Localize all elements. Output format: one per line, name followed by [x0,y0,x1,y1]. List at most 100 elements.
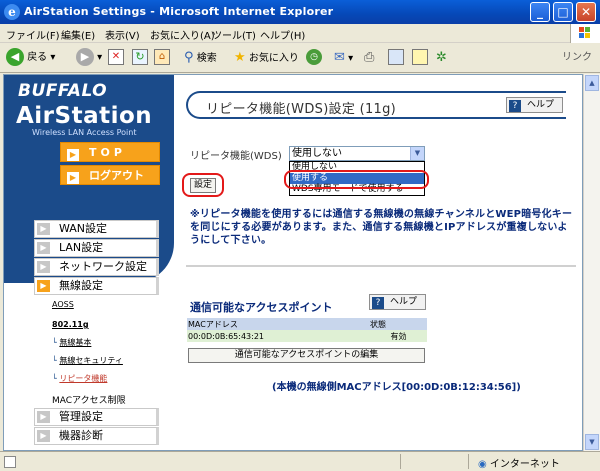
messenger-button[interactable]: ✲ [436,48,447,68]
column-header-mac: MACアドレス [187,318,369,330]
forward-button[interactable]: ▶ ▾ [76,48,102,68]
back-button[interactable]: ◀ 戻る ▾ [6,48,55,68]
bullet-icon: ▶ [37,430,50,442]
menu-bar: ファイル(F) 編集(E) 表示(V) お気に入り(A) ツール(T) ヘルプ(… [0,24,600,43]
maximize-button[interactable]: □ [553,2,573,22]
windows-flag-icon [570,24,600,43]
sidebar-item-admin[interactable]: ▶ 管理設定 [34,408,159,426]
submenu-label: 無線セキュリティ [59,356,123,365]
globe-icon: ◉ [478,459,487,470]
discuss-button[interactable] [412,48,428,68]
bullet-icon: ▶ [37,280,50,292]
close-button[interactable]: ✕ [576,2,596,22]
repeater-select[interactable]: 使用しない ▼ [289,146,425,161]
sidebar-item-network[interactable]: ▶ ネットワーク設定 [34,258,159,276]
arrow-right-icon: ▶ [67,172,79,184]
submenu-wireless-basic[interactable]: └ 無線基本 [52,337,91,348]
messenger-icon: ✲ [436,50,447,65]
highlight-oval-option [284,170,429,189]
note-icon [412,49,428,65]
menu-view[interactable]: 表示(V) [105,27,140,42]
submenu-80211g[interactable]: 802.11g [52,320,89,329]
print-button[interactable]: ⎙ [364,48,374,68]
submenu-repeater[interactable]: └ リピータ機能 [52,373,107,384]
repeater-field-label: リピータ機能(WDS) [190,151,282,162]
zone-label: インターネット [489,459,560,470]
wlan-mac-address: (本機の無線側MACアドレス[00:0D:0B:12:34:56]) [272,382,521,393]
menu-file[interactable]: ファイル(F) [6,27,60,42]
submenu-mac-filter[interactable]: MACアクセス制限 [52,393,126,406]
printer-icon: ⎙ [364,50,375,65]
stop-button[interactable]: ✕ [108,48,124,68]
sidebar-item-label: 無線設定 [59,279,103,292]
branch-icon: └ [52,374,57,383]
status-divider [400,454,401,469]
menu-edit[interactable]: 編集(E) [61,27,95,42]
history-icon: ◷ [306,49,322,65]
edit-icon [388,49,404,65]
sidebar-item-lan[interactable]: ▶ LAN設定 [34,239,159,257]
top-button[interactable]: ▶ TOP [60,142,160,162]
window-title-bar: e AirStation Settings - Microsoft Intern… [0,0,600,24]
star-icon: ★ [234,50,246,65]
page-icon [4,456,16,468]
bullet-icon: ▶ [37,261,50,273]
edit-ap-button[interactable]: 通信可能なアクセスポイントの編集 [188,348,425,363]
home-button[interactable]: ⌂ [154,48,170,68]
favorites-button[interactable]: ★ お気に入り [234,48,299,68]
select-value: 使用しない [292,148,342,159]
minimize-button[interactable]: _ [530,2,550,22]
ap-help-button[interactable]: ? ヘルプ [369,294,427,310]
ap-heading: 通信可能なアクセスポイント [190,301,333,314]
repeater-note: ※リピータ機能を使用するには通信する無線機の無線チャンネルとWEP暗号化キーを同… [190,209,573,246]
brand-tagline: Wireless LAN Access Point [32,128,137,137]
sidebar-item-label: 機器診断 [59,429,103,442]
submenu-aoss[interactable]: AOSS [52,300,74,309]
search-button[interactable]: ⚲ 検索 [184,48,217,68]
sidebar-item-label: LAN設定 [59,241,104,254]
browser-viewport: BUFFALO AirStation Wireless LAN Access P… [3,74,583,451]
scroll-down-icon[interactable]: ▼ [585,434,599,450]
scroll-up-icon[interactable]: ▲ [585,75,599,91]
help-label: ヘルプ [390,297,418,307]
home-icon: ⌂ [154,49,170,65]
submenu-wireless-security[interactable]: └ 無線セキュリティ [52,355,123,366]
menu-tools[interactable]: ツール(T) [212,27,256,42]
back-label: 戻る [27,52,48,63]
menu-help[interactable]: ヘルプ(H) [260,27,305,42]
vertical-scrollbar[interactable]: ▲ ▼ [583,74,600,451]
back-arrow-icon: ◀ [6,48,24,66]
table-header-row: MACアドレス 状態 [187,318,427,330]
links-button[interactable]: リンク [562,48,592,68]
submenu-label: 無線基本 [59,338,92,347]
arrow-right-icon: ▶ [67,149,79,161]
edit-button[interactable] [388,48,404,68]
sidebar-item-wireless[interactable]: ▶ 無線設定 [34,277,159,295]
help-button[interactable]: ? ヘルプ [506,97,564,113]
logout-button[interactable]: ▶ ログアウト [60,165,160,185]
top-label: TOP [89,146,126,159]
bullet-icon: ▶ [37,223,50,235]
sidebar-item-diagnostics[interactable]: ▶ 機器診断 [34,427,159,445]
history-button[interactable]: ◷ [306,48,322,68]
question-icon: ? [509,100,521,112]
stop-icon: ✕ [108,49,124,65]
sidebar-item-wan[interactable]: ▶ WAN設定 [34,220,159,238]
submenu-label: リピータ機能 [59,374,108,383]
refresh-icon: ↻ [132,49,148,65]
refresh-button[interactable]: ↻ [132,48,148,68]
search-label: 検索 [196,53,217,64]
mail-button[interactable]: ✉ ▾ [334,48,353,68]
menu-favorites[interactable]: お気に入り(A) [150,27,215,42]
toolbar: ◀ 戻る ▾ ▶ ▾ ✕ ↻ ⌂ ⚲ 検索 ★ お気に入り ◷ ✉ ▾ ⎙ ✲ … [0,43,600,73]
left-panel: BUFFALO AirStation Wireless LAN Access P… [4,75,174,450]
cell-mac: 00:0D:0B:65:43:21 [187,330,369,342]
branch-icon: └ [52,338,57,347]
window-title: AirStation Settings - Microsoft Internet… [24,5,334,18]
status-bar: ◉ インターネット [0,451,600,471]
forward-arrow-icon: ▶ [76,48,94,66]
sidebar-item-label: WAN設定 [59,222,108,235]
ap-table: MACアドレス 状態 00:0D:0B:65:43:21 有効 [187,318,427,342]
sidebar-item-label: 管理設定 [59,410,103,423]
sidebar-item-label: ネットワーク設定 [59,260,147,273]
